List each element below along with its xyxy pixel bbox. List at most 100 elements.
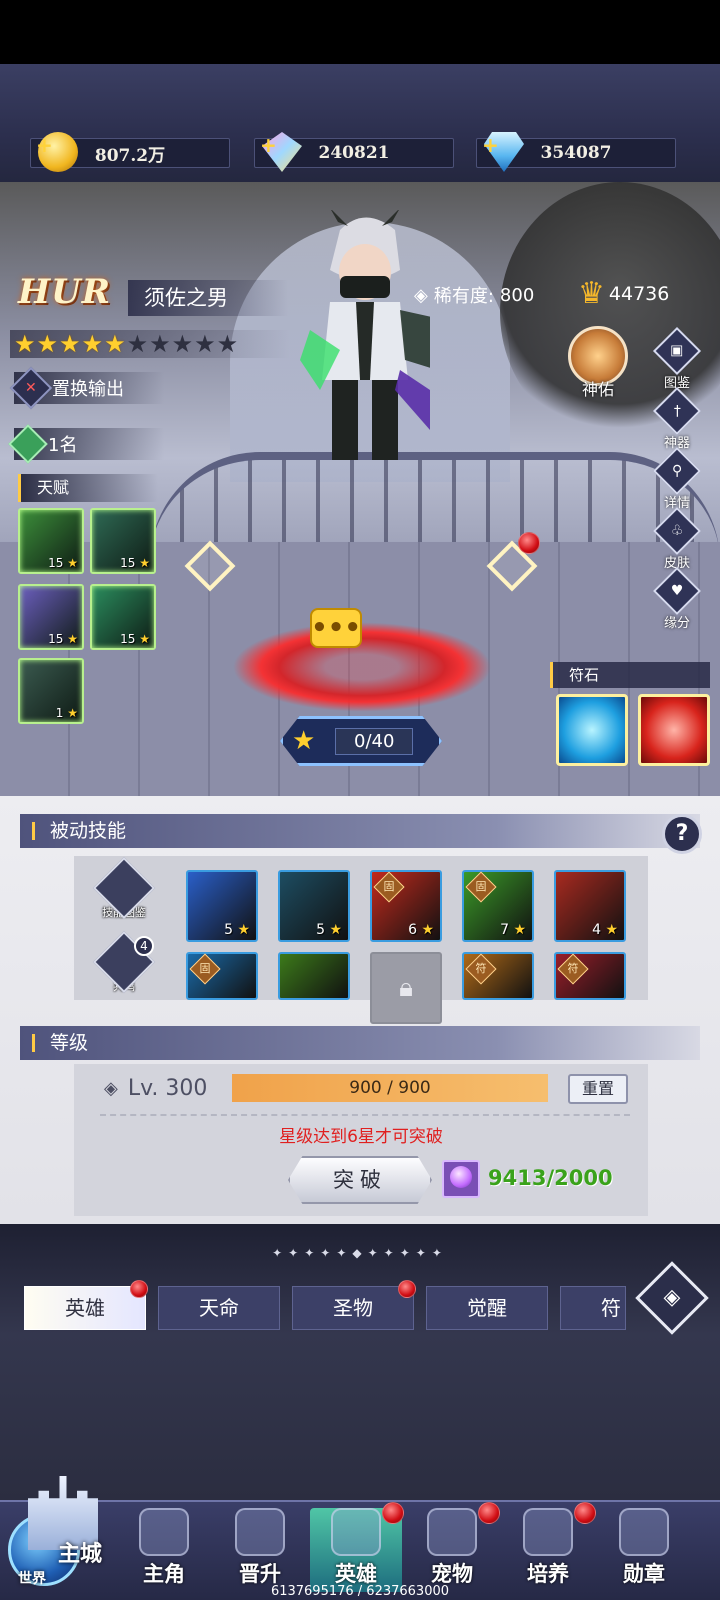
passive-skills-header: 被动技能 xyxy=(20,814,700,848)
hero-model[interactable] xyxy=(300,210,430,470)
medal-icon xyxy=(619,1508,669,1556)
skill-tag-badge: 固 xyxy=(189,953,221,985)
tab-rune[interactable]: 符文 xyxy=(560,1286,626,1330)
diamond-bullet-icon: ◈ xyxy=(414,284,428,306)
material-count: 9413/2000 xyxy=(488,1166,613,1190)
hero-power: ♛ 44736 xyxy=(578,276,669,311)
promotion-icon xyxy=(235,1508,285,1556)
notification-dot xyxy=(518,532,540,554)
skill-tag-badge: 符 xyxy=(557,953,589,985)
rune-title: 符石 xyxy=(550,662,710,688)
hero-rank[interactable]: 1名 xyxy=(8,424,164,464)
star-icon: ★ xyxy=(171,330,194,358)
book-icon: ▣ xyxy=(670,342,684,359)
divider xyxy=(100,1114,630,1116)
leaf-icon xyxy=(8,424,48,464)
protagonist-icon xyxy=(139,1508,189,1556)
nav-medal[interactable]: 勋章 xyxy=(598,1508,690,1592)
skill-level: 7 ★ xyxy=(500,922,526,938)
rune-slot-water[interactable] xyxy=(556,694,628,766)
purple-orb-icon xyxy=(442,1160,480,1198)
status-bar xyxy=(0,0,720,64)
details-button[interactable]: ⚲ 详情 xyxy=(652,446,702,511)
main-city-button[interactable]: 主城 世界 xyxy=(8,1470,112,1588)
skill-atlas-button[interactable]: 技能图鉴 xyxy=(92,856,156,930)
talent-slot-4[interactable]: 15 ★ xyxy=(90,584,156,650)
tab-relic[interactable]: 圣物 xyxy=(292,1286,414,1330)
notification-dot xyxy=(382,1502,404,1524)
bond-button[interactable]: ♥ 缘分 xyxy=(652,566,702,631)
passive-skill-2-1[interactable]: 固 xyxy=(186,952,258,1000)
breakthrough-button[interactable]: 突破 xyxy=(288,1156,432,1204)
atlas-button[interactable]: ▣ 图鉴 xyxy=(652,326,702,391)
passive-skill-1-2[interactable]: 5 ★ xyxy=(278,870,350,942)
star-icon: ★ xyxy=(81,330,104,358)
hero-stars: ★ ★ ★ ★ ★ ★ ★ ★ ★ ★ xyxy=(10,330,290,358)
player-id-text: 6137695176 / 6237663000 xyxy=(270,1584,450,1599)
passive-skill-1-5[interactable]: 4 ★ xyxy=(554,870,626,942)
passive-skill-2-5[interactable]: 符 xyxy=(554,952,626,1000)
level-header: 等级 xyxy=(20,1026,700,1060)
blessing-button[interactable]: 神佑 xyxy=(566,326,630,399)
power-value: 44736 xyxy=(608,282,670,305)
diamond-bullet-icon: ◈ xyxy=(104,1078,118,1099)
star-icon: ★ xyxy=(149,330,171,358)
star-icon: ★ xyxy=(126,330,149,358)
rune-slot-fire[interactable] xyxy=(638,694,710,766)
star-exp-value: 0/40 xyxy=(335,727,414,755)
hero-rarity-grade: HUR xyxy=(18,272,112,312)
notification-dot xyxy=(398,1280,416,1298)
rarity-label: 稀有度: xyxy=(433,286,494,307)
skill-level: 4 ★ xyxy=(592,922,618,938)
star-icon: ★ xyxy=(104,330,126,358)
breakthrough-warning: 星级达到6星才可突破 xyxy=(279,1127,443,1147)
star-icon: ★ xyxy=(216,330,239,358)
star-up-icon: ★ xyxy=(292,726,316,756)
talent-slot-5[interactable]: 1 ★ xyxy=(18,658,84,724)
skill-level: 5 ★ xyxy=(224,922,250,938)
crossed-swords-icon: ✕ xyxy=(9,366,53,410)
chat-bubble-icon[interactable]: ••• xyxy=(310,608,362,648)
rarity-value: 800 xyxy=(499,284,535,306)
star-icon: ★ xyxy=(14,330,36,358)
add-diamond-button[interactable]: + xyxy=(482,133,499,157)
add-crystal-button[interactable]: + xyxy=(260,133,277,157)
resonance-count-badge: 4 xyxy=(134,936,154,956)
tab-hero[interactable]: 英雄 xyxy=(24,1286,146,1330)
artifact-button[interactable]: † 神器 xyxy=(652,386,702,451)
add-gold-button[interactable]: + xyxy=(36,133,53,157)
role-label: 置换输出 xyxy=(52,379,124,400)
eye-icon: ◈ xyxy=(663,1285,681,1310)
passive-skill-2-4[interactable]: 符 xyxy=(462,952,534,1000)
passive-skill-1-3[interactable]: 固 6 ★ xyxy=(370,870,442,942)
level-progress-bar: 900 / 900 xyxy=(232,1074,548,1102)
magnifier-icon: ⚲ xyxy=(671,462,683,479)
passive-skill-1-1[interactable]: 5 ★ xyxy=(186,870,258,942)
notification-dot xyxy=(130,1280,148,1298)
nav-protagonist[interactable]: 主角 xyxy=(118,1508,210,1592)
skin-button[interactable]: ♧ 皮肤 xyxy=(652,506,702,571)
skill-level: 5 ★ xyxy=(316,922,342,938)
nav-promotion[interactable]: 晋升 xyxy=(214,1508,306,1592)
talent-slot-2[interactable]: 15 ★ xyxy=(90,508,156,574)
cultivate-icon xyxy=(523,1508,573,1556)
pet-icon xyxy=(427,1508,477,1556)
tab-awaken[interactable]: 觉醒 xyxy=(426,1286,548,1330)
talent-slot-3[interactable]: 15 ★ xyxy=(18,584,84,650)
passive-skill-1-4[interactable]: 固 7 ★ xyxy=(462,870,534,942)
talent-slot-1[interactable]: 15 ★ xyxy=(18,508,84,574)
heart-icon: ♥ xyxy=(670,583,684,599)
notification-dot xyxy=(478,1502,500,1524)
passive-skill-2-2[interactable] xyxy=(278,952,350,1000)
sword-icon: † xyxy=(673,403,681,419)
skill-tag-badge: 固 xyxy=(465,871,497,903)
reset-button[interactable]: 重置 xyxy=(568,1074,628,1104)
hero-helmet-icon xyxy=(331,1508,381,1556)
skill-tag-badge: 固 xyxy=(373,871,405,903)
hero-rarity: ◈ 稀有度: 800 xyxy=(414,282,534,308)
help-button[interactable]: ? xyxy=(662,814,702,854)
tab-destiny[interactable]: 天命 xyxy=(158,1286,280,1330)
locked-skill-slot[interactable]: 🔒︎ xyxy=(370,952,442,1024)
divider-ornament: ✦✦✦✦✦◆✦✦✦✦✦ xyxy=(272,1246,448,1260)
hero-role: ✕ 置换输出 xyxy=(9,366,164,410)
